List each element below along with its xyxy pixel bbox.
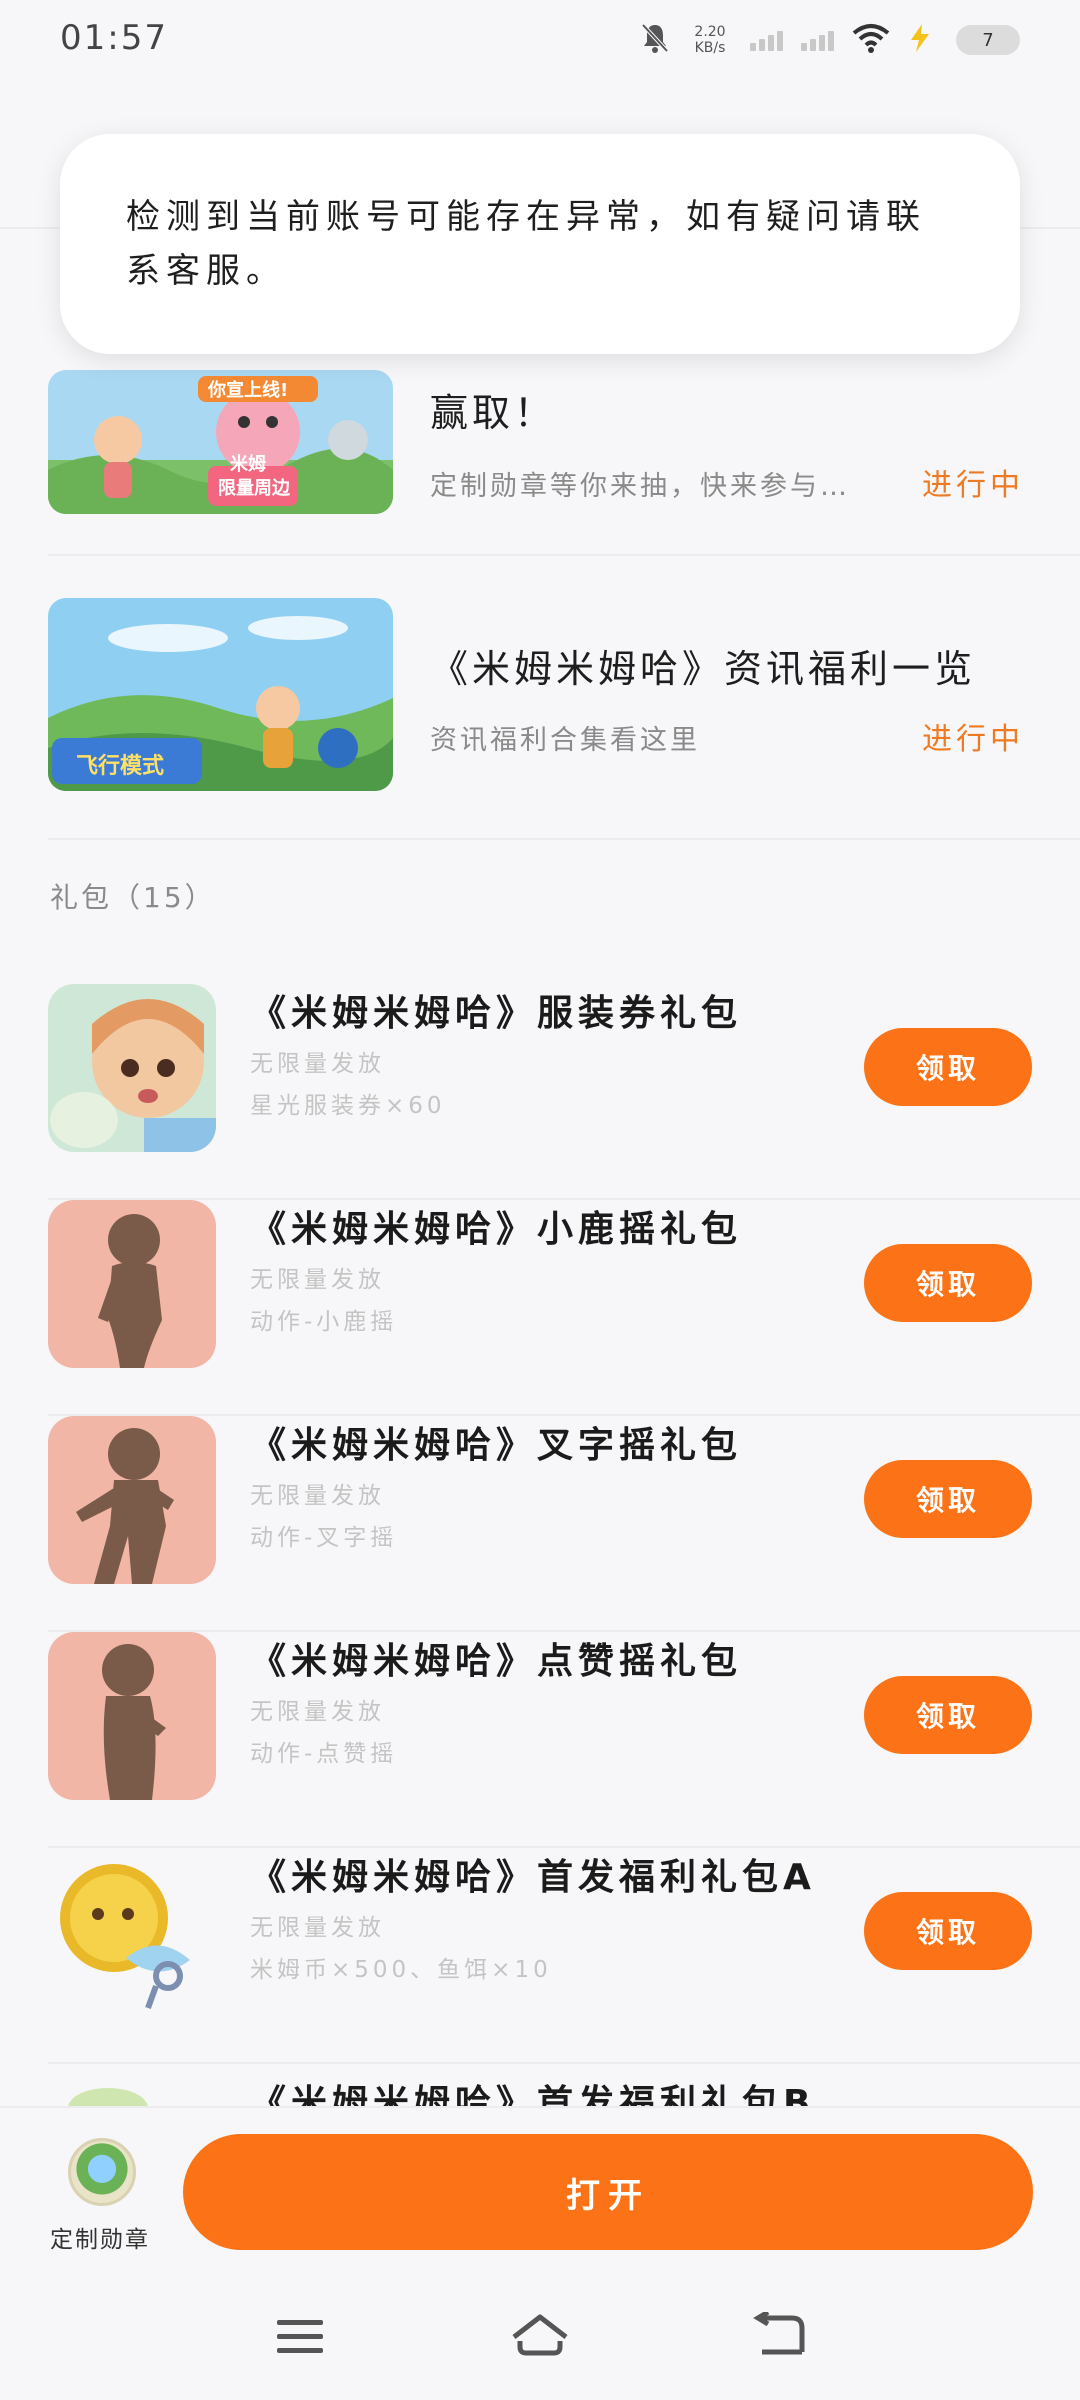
- gift-icon-coin: [48, 1848, 216, 2016]
- gift-row: 《米姆米姆哈》点赞摇礼包 无限量发放 动作-点赞摇 领取: [48, 1632, 1080, 1848]
- activity-title: 赢取！: [430, 391, 557, 435]
- status-bar: 01:57 2.20 KB/s 7: [0, 0, 1080, 84]
- badge-label[interactable]: 定制勋章: [50, 2220, 150, 2254]
- wifi-icon: [852, 23, 890, 57]
- activity-desc: 资讯福利合集看这里: [430, 725, 700, 756]
- network-speed: 2.20 KB/s: [688, 24, 732, 56]
- gift-title: 《米姆米姆哈》服装券礼包: [250, 993, 743, 1034]
- warning-toast: 检测到当前账号可能存在异常，如有疑问请联系客服。: [60, 134, 1020, 354]
- activity-title: 《米姆米姆哈》资讯福利一览: [430, 647, 977, 691]
- signal-1-icon: [750, 29, 783, 51]
- status-icons: 2.20 KB/s 7: [640, 18, 1020, 62]
- gift-title: 《米姆米姆哈》小鹿摇礼包: [250, 1209, 743, 1250]
- activity-status: 进行中: [922, 468, 1024, 503]
- battery-indicator: 7: [956, 25, 1020, 55]
- banner-text: 飞行模式: [76, 754, 165, 779]
- claim-button[interactable]: 领取: [864, 1244, 1032, 1322]
- claim-button[interactable]: 领取: [864, 1892, 1032, 1970]
- gift-title: 《米姆米姆哈》首发福利礼包A: [250, 1857, 816, 1898]
- gift-limit: 无限量发放: [250, 1483, 385, 1509]
- signal-2-icon: [801, 29, 834, 51]
- gift-icon: [48, 2078, 216, 2106]
- gift-limit: 无限量发放: [250, 1267, 385, 1293]
- banner-text-2: 米姆: [230, 454, 266, 475]
- gift-reward: 动作-叉字摇: [250, 1525, 398, 1551]
- gift-icon-pose: [48, 1632, 216, 1800]
- gift-title: 《米姆米姆哈》叉字摇礼包: [250, 1425, 743, 1466]
- activity-desc: 定制勋章等你来抽，快来参与…: [430, 471, 850, 502]
- net-speed-value: 2.20: [694, 24, 726, 40]
- activity-status: 进行中: [922, 722, 1024, 757]
- charging-bolt-icon: [908, 23, 932, 57]
- gift-limit: 无限量发放: [250, 1051, 385, 1077]
- activity-banner-image: 飞行模式: [48, 598, 393, 791]
- banner-text-1: 你宣上线!: [208, 380, 289, 401]
- gift-row: 《米姆米姆哈》首发福利礼包B: [48, 2064, 1080, 2106]
- gift-reward: 星光服装券×60: [250, 1093, 446, 1119]
- status-time: 01:57: [60, 18, 168, 58]
- menu-icon[interactable]: [260, 2296, 340, 2376]
- gift-icon-avatar: [48, 984, 216, 1152]
- activity-item[interactable]: 飞行模式 《米姆米姆哈》资讯福利一览 资讯福利合集看这里 进行中: [48, 556, 1080, 840]
- gift-row: 《米姆米姆哈》小鹿摇礼包 无限量发放 动作-小鹿摇 领取: [48, 1200, 1080, 1416]
- claim-button[interactable]: 领取: [864, 1460, 1032, 1538]
- gift-title: 《米姆米姆哈》点赞摇礼包: [250, 1641, 743, 1682]
- gift-reward: 动作-点赞摇: [250, 1741, 398, 1767]
- gift-reward: 米姆币×500、鱼饵×10: [250, 1957, 552, 1983]
- open-button[interactable]: 打开: [183, 2134, 1033, 2250]
- gift-limit: 无限量发放: [250, 1699, 385, 1725]
- gift-reward: 动作-小鹿摇: [250, 1309, 398, 1335]
- custom-badge-icon[interactable]: [68, 2138, 136, 2206]
- mute-bell-icon: [640, 22, 670, 58]
- gift-title: 《米姆米姆哈》首发福利礼包B: [250, 2083, 816, 2106]
- gift-row: 《米姆米姆哈》首发福利礼包A 无限量发放 米姆币×500、鱼饵×10 领取: [48, 1848, 1080, 2064]
- bottom-action-bar: 定制勋章 打开: [0, 2106, 1080, 2276]
- gift-row: 《米姆米姆哈》服装券礼包 无限量发放 星光服装券×60 领取: [48, 984, 1080, 1200]
- gift-icon-pose: [48, 1200, 216, 1368]
- back-icon[interactable]: [740, 2296, 820, 2376]
- gift-icon-pose: [48, 1416, 216, 1584]
- banner-text-3: 限量周边: [218, 478, 290, 499]
- net-speed-unit: KB/s: [694, 40, 726, 56]
- gift-row: 《米姆米姆哈》叉字摇礼包 无限量发放 动作-叉字摇 领取: [48, 1416, 1080, 1632]
- home-icon[interactable]: [500, 2296, 580, 2376]
- gift-section-label: 礼包（15）: [50, 881, 216, 914]
- claim-button[interactable]: 领取: [864, 1676, 1032, 1754]
- activity-banner-image: 你宣上线! 米姆 限量周边: [48, 370, 393, 514]
- gift-limit: 无限量发放: [250, 1915, 385, 1941]
- system-nav-bar: [0, 2276, 1080, 2400]
- toast-message: 检测到当前账号可能存在异常，如有疑问请联系客服。: [126, 197, 926, 291]
- claim-button[interactable]: 领取: [864, 1028, 1032, 1106]
